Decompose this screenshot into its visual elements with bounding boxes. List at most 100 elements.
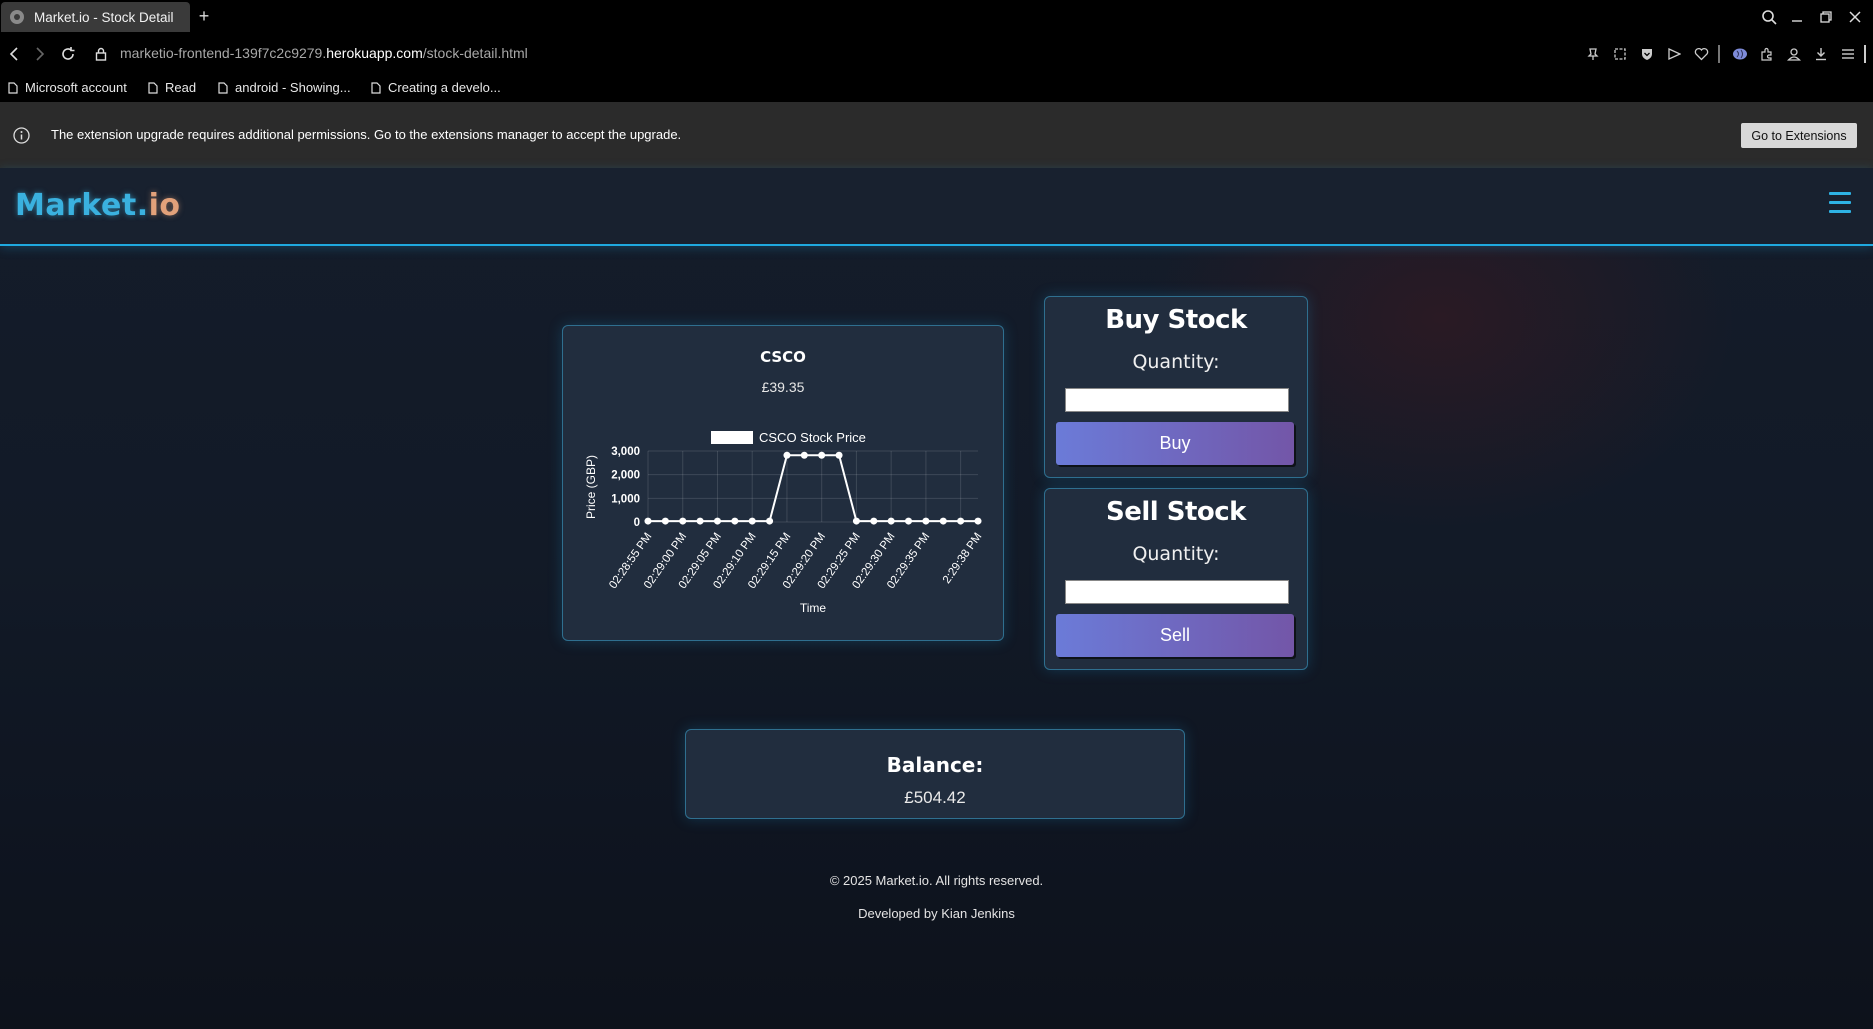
data-point <box>939 517 947 525</box>
account-icon[interactable] <box>1785 45 1803 63</box>
extension-infobar: The extension upgrade requires additiona… <box>0 102 1873 168</box>
data-point <box>661 517 669 525</box>
info-icon <box>13 127 30 144</box>
logo-main: Market <box>15 188 137 223</box>
data-point <box>852 517 860 525</box>
site-logo[interactable]: Market.io <box>15 188 181 223</box>
y-tick-label: 2,000 <box>611 470 640 482</box>
url-prefix: marketio-frontend-139f7c2c9279. <box>120 45 327 61</box>
close-icon[interactable] <box>1844 6 1866 28</box>
buy-stock-card: Buy Stock Quantity: Buy <box>1044 296 1308 478</box>
bookmark-item[interactable]: android - Showing... <box>218 80 351 95</box>
data-point <box>835 451 843 459</box>
sell-stock-card: Sell Stock Quantity: Sell <box>1044 488 1308 670</box>
screenshot-icon[interactable] <box>1611 45 1629 63</box>
app-menu-icon[interactable] <box>1839 45 1857 63</box>
bookmark-item[interactable]: Read <box>148 80 196 95</box>
pin-icon[interactable] <box>1584 45 1602 63</box>
lock-icon[interactable] <box>91 44 111 64</box>
y-tick-label: 3,000 <box>611 446 640 458</box>
data-point <box>887 517 895 525</box>
data-point <box>800 451 808 459</box>
infobar-message: The extension upgrade requires additiona… <box>51 127 682 142</box>
restore-icon[interactable] <box>1815 6 1837 28</box>
back-icon[interactable] <box>4 44 24 64</box>
go-to-extensions-button[interactable]: Go to Extensions <box>1741 123 1857 148</box>
browser-tab-strip: Market.io - Stock Detail + <box>0 0 1873 34</box>
bookmark-item[interactable]: Creating a develo... <box>371 80 501 95</box>
data-point <box>713 517 721 525</box>
browser-toolbar: marketio-frontend-139f7c2c9279.herokuapp… <box>0 34 1873 74</box>
footer-credit: Developed by Kian Jenkins <box>858 906 1015 921</box>
minimize-icon[interactable] <box>1786 6 1808 28</box>
page-content: Market.io CSCO £39.35 CSCO Stock Price 3,… <box>0 168 1873 1029</box>
sidebar-edge <box>1864 45 1866 63</box>
shield-icon[interactable] <box>1638 45 1656 63</box>
heart-icon[interactable] <box>1692 45 1710 63</box>
balance-card: Balance: £504.42 <box>685 729 1185 819</box>
y-axis-title: Price (GBP) <box>584 455 598 519</box>
stock-chart-card: CSCO £39.35 CSCO Stock Price 3,000 2,000 1,… <box>562 325 1004 641</box>
price-line <box>648 454 978 523</box>
data-point <box>748 517 756 525</box>
bookmark-label: android - Showing... <box>235 80 351 95</box>
bookmark-label: Microsoft account <box>25 80 127 95</box>
balance-title: Balance: <box>886 753 984 777</box>
y-tick-label: 1,000 <box>611 493 640 505</box>
y-tick-label: 0 <box>634 517 640 529</box>
balance-value: £504.42 <box>904 788 966 807</box>
hamburger-menu-icon[interactable] <box>1829 192 1851 214</box>
bookmark-label: Read <box>165 80 197 95</box>
data-point <box>818 451 826 459</box>
buy-quantity-label: Quantity: <box>1132 351 1220 373</box>
buy-title: Buy Stock <box>1105 305 1247 335</box>
footer-copyright: © 2025 Market.io. All rights reserved. <box>829 873 1044 888</box>
logo-dot: . <box>136 188 149 223</box>
puzzle-icon[interactable] <box>1758 45 1776 63</box>
data-point <box>870 517 878 525</box>
data-point <box>974 517 982 525</box>
legend-label: CSCO Stock Price <box>759 430 866 445</box>
price-chart[interactable]: CSCO Stock Price3,0002,0001,000002:28:55… <box>563 326 1003 640</box>
reload-icon[interactable] <box>58 44 78 64</box>
bookmarks-bar: Microsoft account Read android - Showing… <box>0 74 1873 102</box>
url-host: herokuapp.com <box>326 45 423 61</box>
page-icon <box>148 81 158 94</box>
sell-quantity-input[interactable] <box>1065 580 1289 604</box>
browser-tab[interactable]: Market.io - Stock Detail <box>1 2 190 32</box>
page-icon <box>218 81 228 94</box>
toolbar-divider <box>1718 45 1720 63</box>
bookmark-item[interactable]: Microsoft account <box>8 80 127 95</box>
globe-icon <box>10 10 24 24</box>
x-tick-label: 2:29:38 PM <box>941 531 985 586</box>
new-tab-button[interactable]: + <box>196 7 212 25</box>
sell-quantity-label: Quantity: <box>1132 543 1220 565</box>
buy-quantity-input[interactable] <box>1065 388 1289 412</box>
sell-title: Sell Stock <box>1106 497 1246 527</box>
address-bar[interactable]: marketio-frontend-139f7c2c9279.herokuapp… <box>120 45 528 61</box>
data-point <box>679 517 687 525</box>
download-icon[interactable] <box>1812 45 1830 63</box>
site-header: Market.io <box>0 168 1873 246</box>
data-point <box>644 517 652 525</box>
bookmark-label: Creating a develo... <box>388 80 501 95</box>
data-point <box>957 517 965 525</box>
brain-icon[interactable] <box>1731 45 1749 63</box>
forward-icon[interactable] <box>30 44 50 64</box>
data-point <box>905 517 913 525</box>
sell-button[interactable]: Sell <box>1056 614 1294 657</box>
data-point <box>731 517 739 525</box>
tab-title: Market.io - Stock Detail <box>34 9 174 25</box>
logo-tail: io <box>148 188 181 223</box>
data-point <box>783 451 791 459</box>
page-icon <box>8 81 18 94</box>
search-tabs-icon[interactable] <box>1758 6 1780 28</box>
url-path: /stock-detail.html <box>422 45 528 61</box>
legend-swatch <box>711 431 753 444</box>
data-point <box>696 517 704 525</box>
x-axis-title: Time <box>800 601 827 615</box>
data-point <box>922 517 930 525</box>
buy-button[interactable]: Buy <box>1056 422 1294 465</box>
send-icon[interactable] <box>1665 45 1683 63</box>
data-point <box>766 517 774 525</box>
